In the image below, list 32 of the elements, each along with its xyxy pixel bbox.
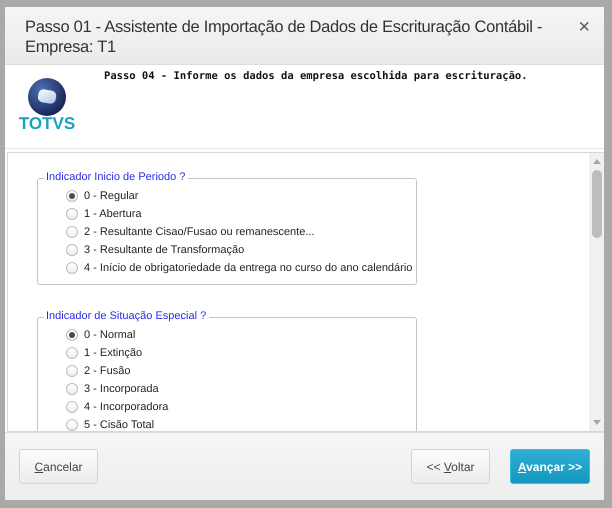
radio-button[interactable] xyxy=(66,401,78,413)
option-label: 3 - Resultante de Transformação xyxy=(84,244,244,256)
radio-button[interactable] xyxy=(66,208,78,220)
radio-button[interactable] xyxy=(66,226,78,238)
option-label: 5 - Cisão Total xyxy=(84,419,154,431)
option-label: 0 - Normal xyxy=(84,329,136,341)
radio-button[interactable] xyxy=(66,190,78,202)
group-legend: Indicador Inicio de Periodo ? xyxy=(44,171,188,183)
option-label: 2 - Fusão xyxy=(84,365,130,377)
radio-button[interactable] xyxy=(66,262,78,274)
radio-button[interactable] xyxy=(66,383,78,395)
step-heading: Passo 04 - Informe os dados da empresa escolhida para escrituração. xyxy=(104,70,528,84)
dialog-button[interactable]: Cancelar xyxy=(19,449,98,484)
option-label: 1 - Abertura xyxy=(84,208,142,220)
option-label: 1 - Extinção xyxy=(84,347,142,359)
option-label: 0 - Regular xyxy=(84,190,138,202)
option-label: 2 - Resultante Cisao/Fusao ou remanescente... xyxy=(84,226,315,238)
group-legend: Indicador de Situação Especial ? xyxy=(44,310,210,322)
radio-button[interactable] xyxy=(66,244,78,256)
option-label: 4 - Incorporadora xyxy=(84,401,168,413)
option-label: 3 - Incorporada xyxy=(84,383,159,395)
logo-text: TOTVS xyxy=(18,114,76,134)
logo-icon xyxy=(28,78,66,116)
radio-button[interactable] xyxy=(66,365,78,377)
radio-button[interactable] xyxy=(66,329,78,341)
scrollbar[interactable] xyxy=(589,153,604,431)
radio-button[interactable] xyxy=(66,347,78,359)
close-icon[interactable]: × xyxy=(578,19,590,35)
dialog-button[interactable]: << Voltar xyxy=(411,449,490,484)
option-label: 4 - Início de obrigatoriedade da entrega no curso do ano calendário xyxy=(84,262,412,274)
window-title: Passo 01 - Assistente de Importação de Dados de Escrituração Contábil - Empresa: T1 xyxy=(25,17,544,57)
radio-button[interactable] xyxy=(66,419,78,431)
